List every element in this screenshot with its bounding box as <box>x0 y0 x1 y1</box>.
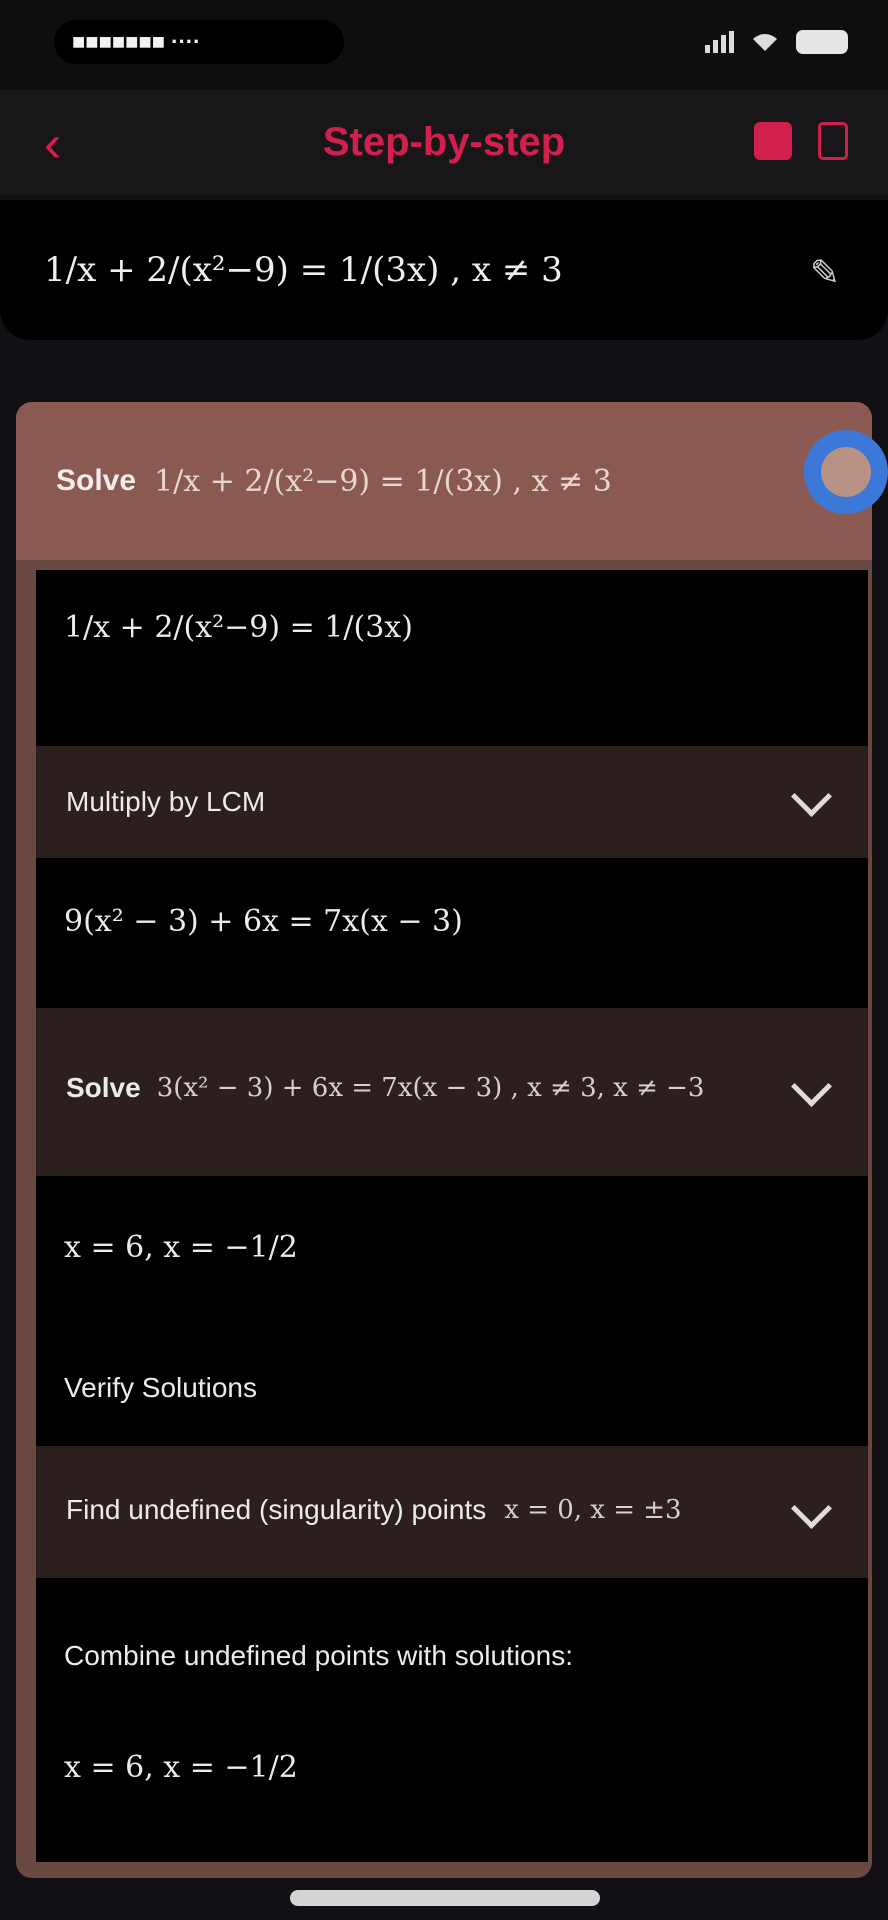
section-multiply-lcm[interactable]: Multiply by LCM <box>36 746 868 858</box>
chevron-down-icon[interactable] <box>790 1487 833 1530</box>
step-combine: Combine undefined points with solutions:… <box>36 1578 868 1862</box>
equation-expression: 1/x + 2/(x²−9) = 1/(3x) , x ≠ 3 <box>44 250 563 290</box>
step-math: 9(x² − 3) + 6x = 7x(x − 3) <box>36 858 868 1008</box>
section-expression: 3(x² − 3) + 6x = 7x(x − 3) , x ≠ 3, x ≠ … <box>156 1073 705 1103</box>
page-title: Step-by-step <box>322 120 566 164</box>
nav-bar: ‹ Step-by-step <box>0 90 888 195</box>
section-solve[interactable]: Solve 3(x² − 3) + 6x = 7x(x − 3) , x ≠ 3… <box>36 1008 868 1176</box>
step-math-text: 9(x² − 3) + 6x = 7x(x − 3) <box>64 904 463 939</box>
card-header[interactable]: Solve 1/x + 2/(x²−9) = 1/(3x) , x ≠ 3 <box>16 402 888 560</box>
status-pill: ■■■■■■■ ···· <box>54 20 344 64</box>
solution-card: Solve 1/x + 2/(x²−9) = 1/(3x) , x ≠ 3 1/… <box>16 402 888 1878</box>
section-title: Multiply by LCM <box>66 786 266 817</box>
assistant-badge-icon[interactable] <box>804 430 888 514</box>
section-title: Find undefined (singularity) points <box>66 1494 487 1525</box>
card-header-expression: 1/x + 2/(x²−9) = 1/(3x) , x ≠ 3 <box>154 463 612 499</box>
equation-bar[interactable]: 1/x + 2/(x²−9) = 1/(3x) , x ≠ 3 ✎ <box>0 200 888 340</box>
section-undefined-points[interactable]: Find undefined (singularity) points x = … <box>36 1446 868 1578</box>
status-icons <box>705 30 848 54</box>
section-expression: x = 0, x = ±3 <box>504 1495 682 1525</box>
section-solve-content: Solve 3(x² − 3) + 6x = 7x(x − 3) , x ≠ 3… <box>66 1072 704 1104</box>
battery-icon <box>796 30 848 54</box>
combine-text: Combine undefined points with solutions: <box>64 1640 573 1671</box>
step-math-text: 1/x + 2/(x²−9) = 1/(3x) <box>64 610 413 645</box>
chevron-down-icon[interactable] <box>790 775 833 818</box>
chevron-left-icon[interactable]: ‹ <box>44 118 61 170</box>
status-bar: ■■■■■■■ ···· <box>0 0 888 90</box>
pencil-icon[interactable]: ✎ <box>810 252 840 294</box>
home-indicator[interactable] <box>290 1890 600 1906</box>
step-solutions: x = 6, x = −1/2 Verify Solutions <box>36 1176 868 1446</box>
step-math-text: x = 6, x = −1/2 <box>64 1750 298 1785</box>
verify-solutions-text[interactable]: Verify Solutions <box>64 1372 257 1404</box>
wifi-icon <box>753 34 777 51</box>
chevron-down-icon[interactable] <box>790 1065 833 1108</box>
step-math: 1/x + 2/(x²−9) = 1/(3x) <box>36 570 868 746</box>
nav-actions <box>754 122 848 160</box>
bookmark-icon[interactable] <box>754 122 792 160</box>
card-header-label: Solve <box>56 464 137 497</box>
section-undefined-content: Find undefined (singularity) points x = … <box>66 1494 682 1526</box>
signal-icon <box>705 31 734 53</box>
trash-icon[interactable] <box>818 122 848 160</box>
step-math-text: x = 6, x = −1/2 <box>64 1230 298 1265</box>
section-title: Solve <box>66 1072 141 1103</box>
